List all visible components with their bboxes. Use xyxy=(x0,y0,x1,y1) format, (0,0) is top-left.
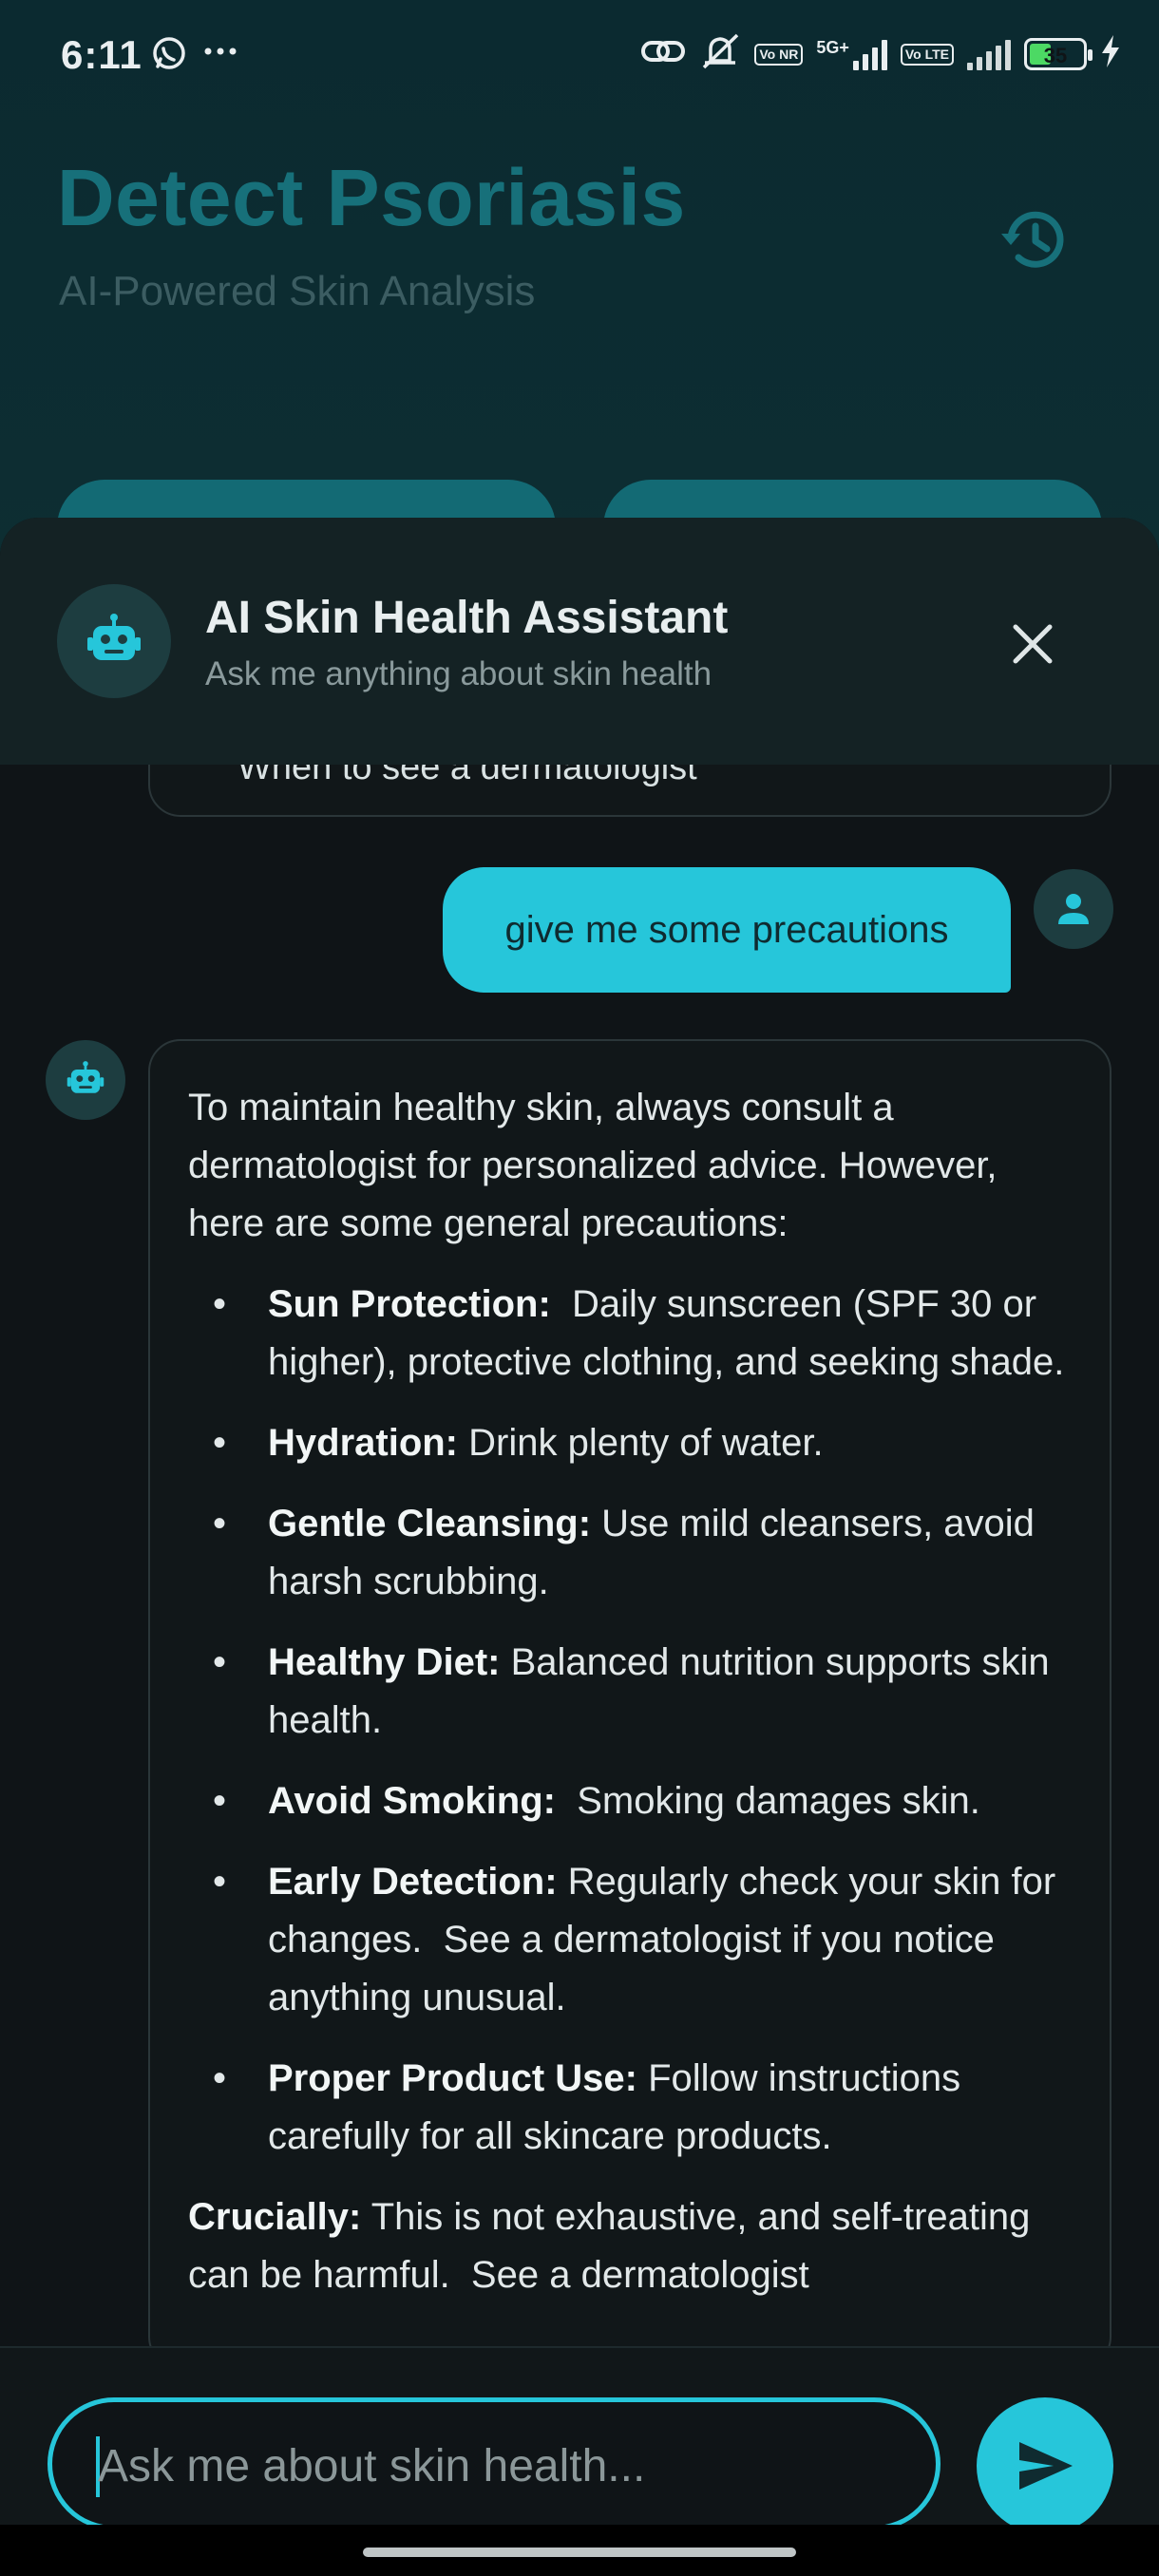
list-item: Gentle Cleansing: Use mild cleansers, av… xyxy=(188,1495,1072,1611)
chat-title: AI Skin Health Assistant xyxy=(205,593,729,643)
list-item-label: Early Detection: xyxy=(268,1861,558,1903)
screen: 6:11 Vo NR 5G+ Vo LTE 35 Detect Psoriasi… xyxy=(0,0,1159,2576)
battery-level: 35 xyxy=(1043,44,1068,67)
person-icon xyxy=(1058,894,1089,924)
chat-sheet: AI Skin Health Assistant Ask me anything… xyxy=(0,518,1159,2576)
list-item-label: Gentle Cleansing: xyxy=(268,1503,592,1544)
navigation-bar xyxy=(0,2525,1159,2576)
message-input[interactable]: Ask me about skin health... xyxy=(48,2397,940,2530)
more-icon xyxy=(201,28,239,76)
battery-icon: 35 xyxy=(1024,38,1092,70)
history-icon xyxy=(1001,211,1064,268)
input-placeholder: Ask me about skin health... xyxy=(98,2441,646,2491)
bot-crucial-note: Crucially: This is not exhaustive, and s… xyxy=(188,2188,1072,2304)
signal-icon xyxy=(967,38,1011,70)
send-icon xyxy=(1019,2442,1073,2490)
message-input-bar: Ask me about skin health... xyxy=(0,2346,1159,2534)
list-item: Sun Protection: Daily sunscreen (SPF 30 … xyxy=(188,1276,1072,1392)
status-bar: 6:11 Vo NR 5G+ Vo LTE 35 xyxy=(0,0,1159,114)
list-item-label: Hydration: xyxy=(268,1422,458,1464)
whatsapp-icon xyxy=(150,34,188,82)
close-button[interactable] xyxy=(999,611,1066,677)
signal-5g-icon: 5G+ xyxy=(816,38,887,70)
list-item-label: Proper Product Use: xyxy=(268,2057,637,2099)
chat-subtitle: Ask me anything about skin health xyxy=(205,655,712,692)
network-type: 5G+ xyxy=(816,38,849,57)
link-icon xyxy=(640,35,686,73)
history-button[interactable] xyxy=(996,201,1072,277)
precautions-list: Sun Protection: Daily sunscreen (SPF 30 … xyxy=(188,1276,1072,2166)
chat-sheet-header: AI Skin Health Assistant Ask me anything… xyxy=(0,518,1159,765)
user-message-bubble: give me some precautions xyxy=(443,867,1011,993)
app-subtitle: AI-Powered Skin Analysis xyxy=(59,268,536,314)
close-icon xyxy=(1013,624,1053,664)
status-time: 6:11 xyxy=(61,32,142,77)
bot-message-bubble: To maintain healthy skin, always consult… xyxy=(148,1039,1112,2369)
home-gesture-handle[interactable] xyxy=(363,2548,796,2557)
send-button[interactable] xyxy=(977,2397,1113,2534)
user-avatar xyxy=(1034,869,1113,949)
list-item: Healthy Diet: Balanced nutrition support… xyxy=(188,1634,1072,1750)
charging-icon xyxy=(1100,34,1121,74)
list-item-label: Avoid Smoking: xyxy=(268,1780,556,1822)
list-item-text: Drink plenty of water. xyxy=(458,1422,824,1464)
volte-icon: Vo LTE xyxy=(900,43,954,66)
list-item-label: Healthy Diet: xyxy=(268,1641,501,1683)
list-item-label: Sun Protection: xyxy=(268,1283,551,1325)
app-title: Detect Psoriasis xyxy=(57,153,686,242)
list-item: Avoid Smoking: Smoking damages skin. xyxy=(188,1772,1072,1830)
crucial-label: Crucially: xyxy=(188,2196,362,2238)
bot-avatar-small xyxy=(46,1040,125,1120)
list-item: Hydration: Drink plenty of water. xyxy=(188,1414,1072,1472)
robot-icon xyxy=(87,614,141,660)
status-right-icons: Vo NR 5G+ Vo LTE 35 xyxy=(640,32,1121,76)
list-item: Proper Product Use: Follow instructions … xyxy=(188,2050,1072,2166)
vonr-icon: Vo NR xyxy=(754,43,804,66)
list-item: Early Detection: Regularly check your sk… xyxy=(188,1853,1072,2027)
bot-avatar xyxy=(57,584,171,698)
bot-intro-text: To maintain healthy skin, always consult… xyxy=(188,1087,998,1244)
list-item-text: Smoking damages skin. xyxy=(555,1780,980,1822)
robot-icon xyxy=(66,1061,104,1093)
mute-icon xyxy=(699,32,741,76)
user-message-text: give me some precautions xyxy=(504,908,949,951)
